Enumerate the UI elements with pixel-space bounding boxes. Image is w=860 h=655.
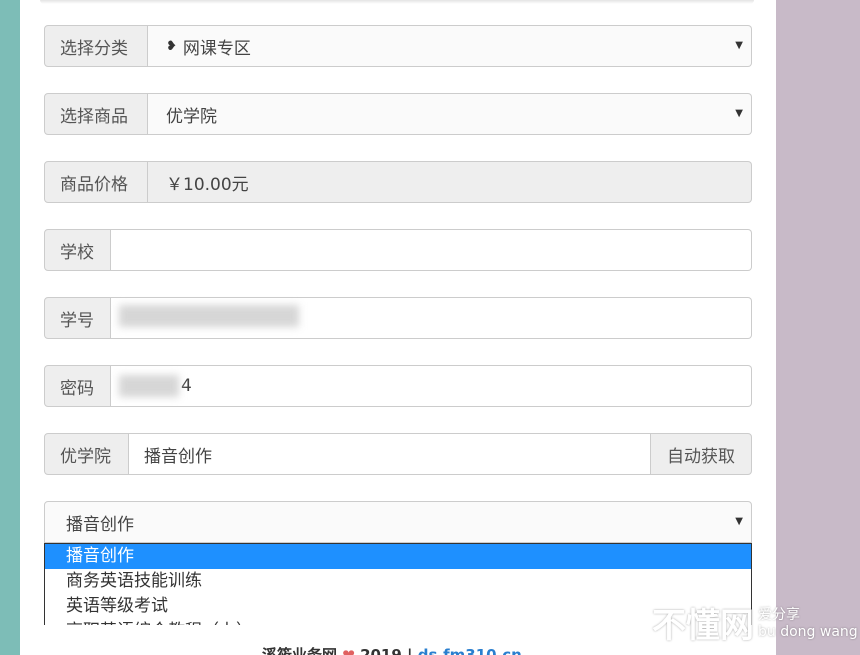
watermark-logo: 不懂网 <box>652 606 754 646</box>
school-input[interactable] <box>111 229 752 271</box>
password-input[interactable]: 4 <box>111 365 752 407</box>
watermark-tagline: 爱分享 <box>758 607 800 623</box>
product-value: 优学院 <box>166 106 217 127</box>
card-top-edge <box>40 0 754 4</box>
category-group: 选择分类 ❥ 网课专区 ▼ <box>44 25 752 67</box>
student-id-group: 学号 <box>44 297 752 339</box>
password-label: 密码 <box>44 365 111 407</box>
course-select-value: 播音创作 <box>66 514 134 535</box>
footer-copyright: 溪筱业务网 ❤ 2019 | ds.fm310.cn <box>262 644 522 655</box>
password-group: 密码 4 <box>44 365 752 407</box>
course-label: 优学院 <box>44 433 129 475</box>
dropdown-option[interactable]: 播音创作 <box>45 544 751 569</box>
heart-icon: ❥ <box>166 38 177 54</box>
page-background-left <box>0 0 20 655</box>
auto-fetch-button[interactable]: 自动获取 <box>650 433 752 475</box>
price-label: 商品价格 <box>44 161 148 203</box>
school-group: 学校 <box>44 229 752 271</box>
category-select[interactable]: ❥ 网课专区 ▼ <box>148 25 752 67</box>
footer-year: 2019 <box>360 646 402 655</box>
redaction-blur <box>119 305 299 327</box>
course-input[interactable]: 播音创作 <box>129 433 650 475</box>
footer-separator: | <box>407 646 413 655</box>
password-value: 4 <box>181 376 192 396</box>
redaction-blur <box>119 375 179 397</box>
footer-site-name: 溪筱业务网 <box>262 646 338 655</box>
heart-icon: ❤ <box>342 646 355 655</box>
watermark-pinyin: bu dong wang <box>758 624 858 640</box>
course-group: 优学院 播音创作 自动获取 <box>44 433 752 475</box>
student-id-input[interactable] <box>111 297 752 339</box>
course-value: 播音创作 <box>144 446 212 467</box>
chevron-down-icon: ▼ <box>735 108 743 119</box>
price-group: 商品价格 ￥10.00元 <box>44 161 752 203</box>
student-id-label: 学号 <box>44 297 111 339</box>
product-label: 选择商品 <box>44 93 148 135</box>
product-group: 选择商品 优学院 ▼ <box>44 93 752 135</box>
chevron-down-icon: ▼ <box>735 516 743 527</box>
product-select[interactable]: 优学院 ▼ <box>148 93 752 135</box>
price-value: ￥10.00元 <box>166 174 249 195</box>
category-value: 网课专区 <box>182 38 251 59</box>
chevron-down-icon: ▼ <box>735 40 743 51</box>
category-label: 选择分类 <box>44 25 148 67</box>
course-select[interactable]: 播音创作 ▼ <box>44 501 752 543</box>
dropdown-option[interactable]: 商务英语技能训练 <box>45 569 751 594</box>
school-label: 学校 <box>44 229 111 271</box>
page-background-right <box>776 0 860 655</box>
price-field: ￥10.00元 <box>148 161 752 203</box>
dropdown-option[interactable]: 英语等级考试 <box>45 594 751 619</box>
footer-domain-link[interactable]: ds.fm310.cn <box>418 646 522 655</box>
